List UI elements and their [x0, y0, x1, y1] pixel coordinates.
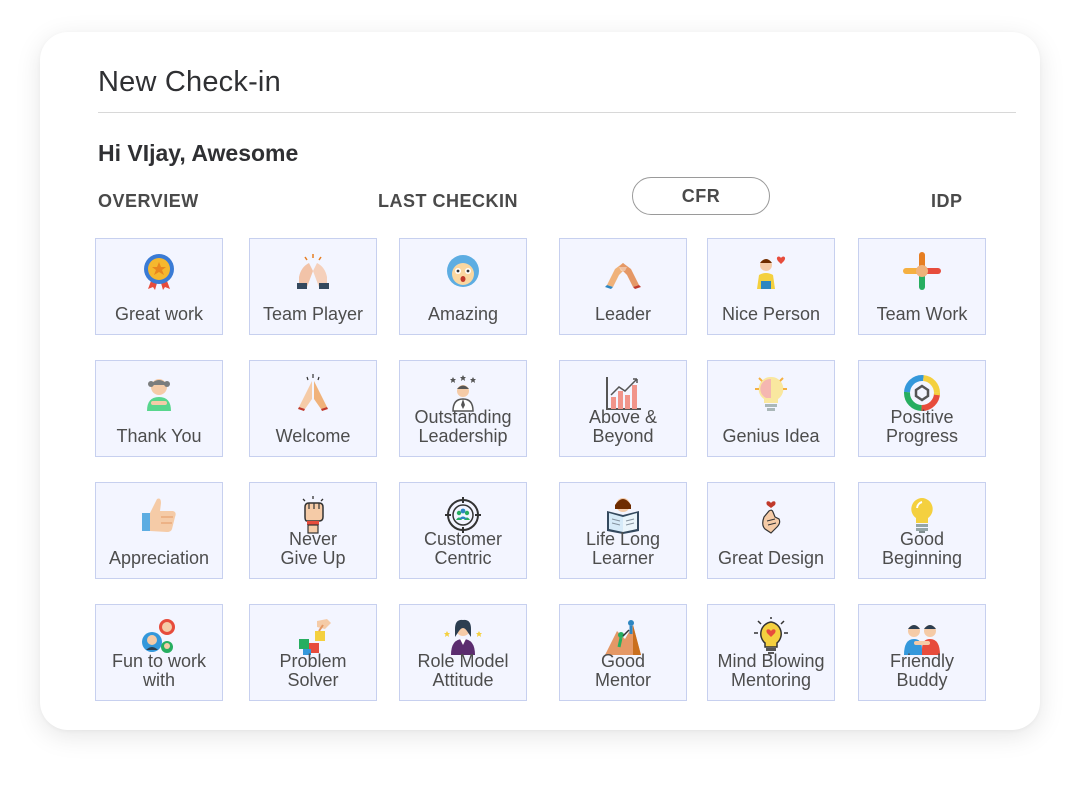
- badge-label: Friendly Buddy: [889, 651, 955, 690]
- badge-label: Leader: [594, 304, 652, 324]
- tab-bar: OVERVIEW LAST CHECKIN CFR IDP: [40, 177, 1040, 217]
- badge-problem-solver[interactable]: Problem Solver: [249, 604, 377, 701]
- badge-label: Good Beginning: [881, 529, 963, 568]
- title-divider: [98, 112, 1016, 113]
- badge-amazing[interactable]: Amazing: [399, 238, 527, 335]
- badge-label: Team Work: [876, 304, 968, 324]
- checkin-card: New Check-in Hi VIjay, Awesome OVERVIEW …: [40, 32, 1040, 730]
- thankful-person-icon: [139, 373, 179, 413]
- high-five-icon: [293, 251, 333, 291]
- page-title: New Check-in: [98, 66, 281, 98]
- badge-role-model-attitude[interactable]: Role Model Attitude: [399, 604, 527, 701]
- badge-label: Mind Blowing Mentoring: [717, 651, 825, 690]
- badge-thank-you[interactable]: Thank You: [95, 360, 223, 457]
- badge-team-player[interactable]: Team Player: [249, 238, 377, 335]
- badge-label: Nice Person: [721, 304, 821, 324]
- tab-last-checkin[interactable]: LAST CHECKIN: [378, 191, 518, 212]
- badge-label: Good Mentor: [594, 651, 652, 690]
- lightbulb-brain-icon: [751, 373, 791, 413]
- badge-good-beginning[interactable]: Good Beginning: [858, 482, 986, 579]
- badge-label: Never Give Up: [280, 529, 346, 568]
- badge-customer-centric[interactable]: Customer Centric: [399, 482, 527, 579]
- badge-genius-idea[interactable]: Genius Idea: [707, 360, 835, 457]
- badge-friendly-buddy[interactable]: Friendly Buddy: [858, 604, 986, 701]
- badge-label: Welcome: [275, 426, 351, 446]
- badge-label: Above & Beyond: [588, 407, 658, 446]
- badge-label: Positive Progress: [885, 407, 959, 446]
- badge-fun-to-work-with[interactable]: Fun to work with: [95, 604, 223, 701]
- badge-label: Team Player: [262, 304, 364, 324]
- praying-hands-icon: [293, 373, 333, 413]
- thumbs-up-icon: [139, 495, 179, 535]
- badge-label: Role Model Attitude: [417, 651, 509, 690]
- handshake-icon: [603, 251, 643, 291]
- tab-cfr[interactable]: CFR: [632, 177, 770, 215]
- badge-nice-person[interactable]: Nice Person: [707, 238, 835, 335]
- badge-label: Great Design: [717, 548, 825, 568]
- badge-welcome[interactable]: Welcome: [249, 360, 377, 457]
- greeting-text: Hi VIjay, Awesome: [98, 140, 299, 166]
- badge-life-long-learner[interactable]: Life Long Learner: [559, 482, 687, 579]
- person-heart-icon: [751, 251, 791, 291]
- badge-label: Fun to work with: [111, 651, 207, 690]
- amazed-face-icon: [443, 251, 483, 291]
- badge-above-beyond[interactable]: Above & Beyond: [559, 360, 687, 457]
- team-hands-icon: [902, 251, 942, 291]
- badge-good-mentor[interactable]: Good Mentor: [559, 604, 687, 701]
- badge-great-work[interactable]: Great work: [95, 238, 223, 335]
- badge-never-give-up[interactable]: Never Give Up: [249, 482, 377, 579]
- badge-label: Thank You: [116, 426, 202, 446]
- medal-icon: [139, 251, 179, 291]
- badge-mind-blowing-mentoring[interactable]: Mind Blowing Mentoring: [707, 604, 835, 701]
- badge-label: Problem Solver: [279, 651, 347, 690]
- badge-label: Outstanding Leadership: [414, 407, 512, 446]
- tab-idp[interactable]: IDP: [931, 191, 963, 212]
- badge-great-design[interactable]: Great Design: [707, 482, 835, 579]
- badge-appreciation[interactable]: Appreciation: [95, 482, 223, 579]
- badge-leader[interactable]: Leader: [559, 238, 687, 335]
- badge-label: Customer Centric: [423, 529, 503, 568]
- finger-heart-icon: [751, 495, 791, 535]
- badge-label: Appreciation: [108, 548, 210, 568]
- badge-label: Genius Idea: [722, 426, 820, 446]
- badge-label: Life Long Learner: [585, 529, 661, 568]
- badge-team-work[interactable]: Team Work: [858, 238, 986, 335]
- badge-label: Great work: [114, 304, 204, 324]
- badge-positive-progress[interactable]: Positive Progress: [858, 360, 986, 457]
- badge-label: Amazing: [427, 304, 499, 324]
- badge-outstanding-leadership[interactable]: Outstanding Leadership: [399, 360, 527, 457]
- tab-overview[interactable]: OVERVIEW: [98, 191, 199, 212]
